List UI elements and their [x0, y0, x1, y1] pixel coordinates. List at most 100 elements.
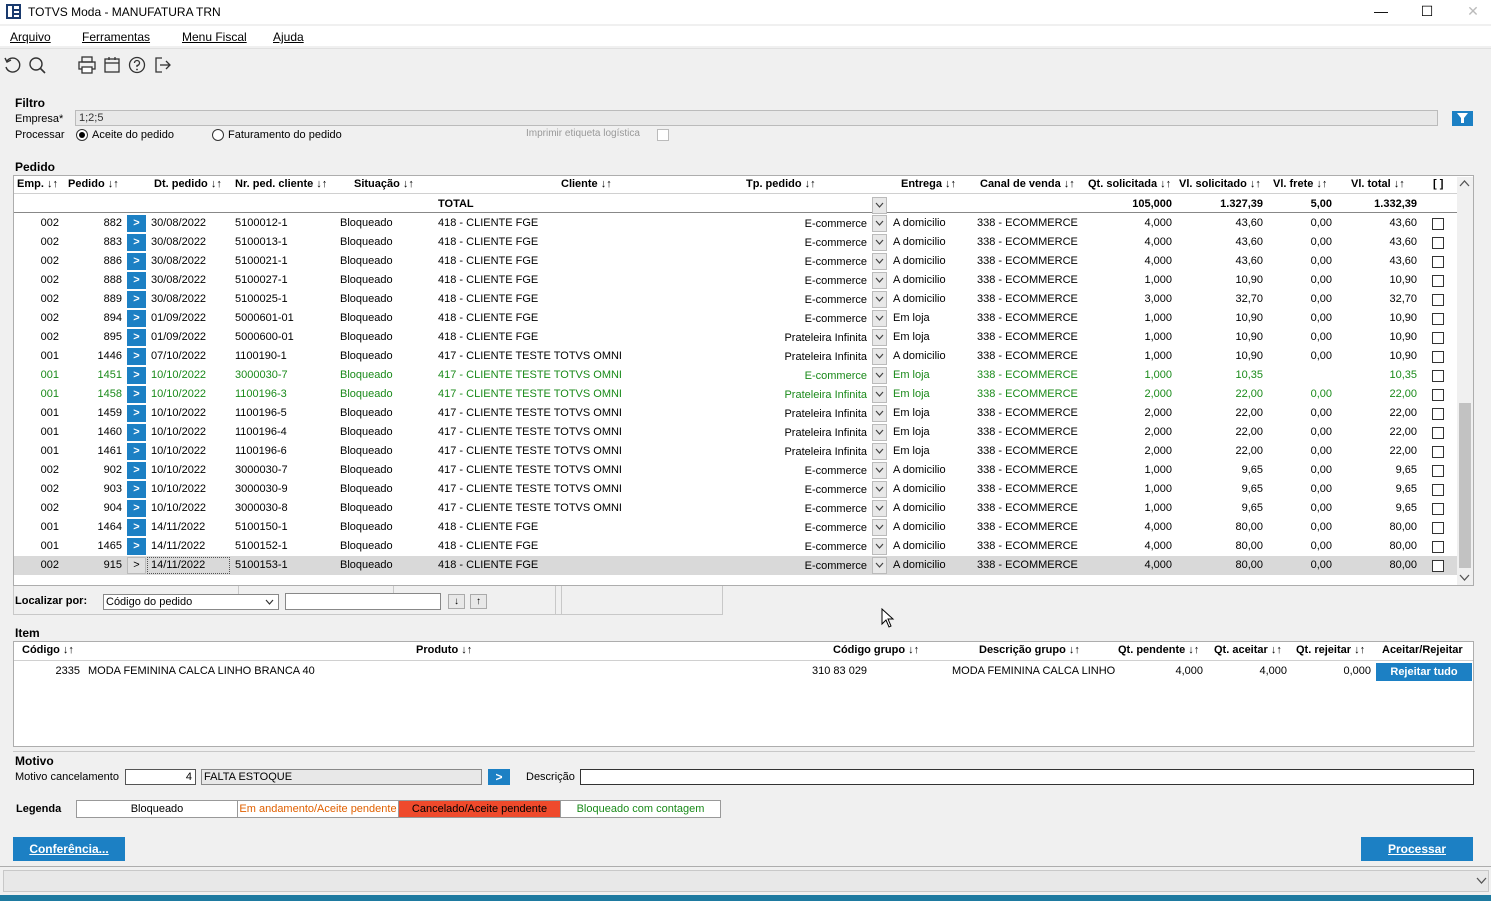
item-col-qt-rejeitar[interactable]: Qt. rejeitar ↓↑ [1296, 644, 1365, 656]
tp-pedido-dropdown[interactable] [872, 500, 887, 517]
tp-pedido-dropdown[interactable] [872, 310, 887, 327]
open-order-button[interactable]: > [127, 443, 146, 460]
chevron-down-icon[interactable] [1476, 877, 1487, 885]
col-pedido[interactable]: Pedido ↓↑ [68, 178, 119, 190]
item-col-codigo-grupo[interactable]: Código grupo ↓↑ [833, 644, 919, 656]
print-icon[interactable] [77, 55, 97, 75]
row-checkbox[interactable] [1432, 389, 1444, 401]
motivo-code-field[interactable]: 4 [125, 769, 196, 785]
col-vl-frete[interactable]: Vl. frete ↓↑ [1273, 178, 1327, 190]
scroll-up-icon[interactable] [1459, 179, 1470, 189]
scroll-down-icon[interactable] [1459, 573, 1470, 585]
row-checkbox[interactable] [1432, 446, 1444, 458]
row-checkbox[interactable] [1432, 256, 1444, 268]
menu-ajuda[interactable]: Ajuda [273, 30, 304, 44]
descricao-field[interactable] [580, 769, 1474, 785]
item-col-qt-pendente[interactable]: Qt. pendente ↓↑ [1118, 644, 1199, 656]
open-order-button[interactable]: > [127, 481, 146, 498]
tp-pedido-dropdown[interactable] [872, 386, 887, 403]
col-canal[interactable]: Canal de venda ↓↑ [980, 178, 1075, 190]
row-checkbox[interactable] [1432, 522, 1444, 534]
refresh-icon[interactable] [2, 55, 22, 75]
col-qt-solicitada[interactable]: Qt. solicitada ↓↑ [1088, 178, 1171, 190]
open-order-button[interactable]: > [127, 500, 146, 517]
search-icon[interactable] [27, 55, 47, 75]
col-nr-ped-cliente[interactable]: Nr. ped. cliente ↓↑ [235, 178, 327, 190]
col-situacao[interactable]: Situação ↓↑ [354, 178, 414, 190]
tp-filter-dropdown[interactable] [872, 197, 887, 214]
tp-pedido-dropdown[interactable] [872, 215, 887, 232]
motivo-go-button[interactable]: > [488, 769, 510, 785]
open-order-button[interactable]: > [127, 329, 146, 346]
menu-ferramentas[interactable]: Ferramentas [82, 30, 150, 44]
open-order-button[interactable]: > [127, 538, 146, 555]
row-checkbox[interactable] [1432, 218, 1444, 230]
filter-button[interactable] [1452, 111, 1473, 126]
row-checkbox[interactable] [1432, 294, 1444, 306]
item-qt-aceitar[interactable]: 4,000 [1208, 665, 1287, 677]
imprimir-etiqueta-checkbox[interactable] [657, 129, 669, 141]
tp-pedido-dropdown[interactable] [872, 538, 887, 555]
tp-pedido-dropdown[interactable] [872, 519, 887, 536]
row-checkbox[interactable] [1432, 237, 1444, 249]
open-order-button[interactable]: > [127, 253, 146, 270]
row-checkbox[interactable] [1432, 313, 1444, 325]
search-up-button[interactable]: ↑ [470, 594, 487, 609]
exit-icon[interactable] [153, 55, 173, 75]
tp-pedido-dropdown[interactable] [872, 443, 887, 460]
col-tp-pedido[interactable]: Tp. pedido ↓↑ [746, 178, 816, 190]
row-checkbox[interactable] [1432, 332, 1444, 344]
open-order-button[interactable]: > [127, 386, 146, 403]
localizar-input[interactable] [285, 593, 441, 610]
open-order-button[interactable]: > [127, 215, 146, 232]
rejeitar-tudo-button[interactable]: Rejeitar tudo [1376, 663, 1472, 681]
open-order-button[interactable]: > [127, 291, 146, 308]
row-checkbox[interactable] [1432, 351, 1444, 363]
open-order-button[interactable]: > [127, 557, 146, 574]
tp-pedido-dropdown[interactable] [872, 424, 887, 441]
processar-button[interactable]: Processar [1361, 837, 1473, 861]
radio-aceite[interactable] [76, 129, 88, 141]
item-col-descricao-grupo[interactable]: Descrição grupo ↓↑ [979, 644, 1080, 656]
tp-pedido-dropdown[interactable] [872, 367, 887, 384]
col-cliente[interactable]: Cliente ↓↑ [561, 178, 612, 190]
menu-fiscal[interactable]: Menu Fiscal [182, 30, 247, 44]
tp-pedido-dropdown[interactable] [872, 462, 887, 479]
col-emp[interactable]: Emp. ↓↑ [17, 178, 58, 190]
minimize-button[interactable]: — [1358, 0, 1404, 24]
search-down-button[interactable]: ↓ [448, 594, 465, 609]
open-order-button[interactable]: > [127, 462, 146, 479]
row-checkbox[interactable] [1432, 275, 1444, 287]
col-entrega[interactable]: Entrega ↓↑ [901, 178, 956, 190]
col-vl-total[interactable]: Vl. total ↓↑ [1351, 178, 1405, 190]
tp-pedido-dropdown[interactable] [872, 291, 887, 308]
calendar-icon[interactable] [102, 55, 122, 75]
open-order-button[interactable]: > [127, 519, 146, 536]
tp-pedido-dropdown[interactable] [872, 405, 887, 422]
open-order-button[interactable]: > [127, 234, 146, 251]
close-button[interactable]: ✕ [1450, 0, 1491, 24]
open-order-button[interactable]: > [127, 405, 146, 422]
help-icon[interactable] [127, 55, 147, 75]
tp-pedido-dropdown[interactable] [872, 272, 887, 289]
open-order-button[interactable]: > [127, 424, 146, 441]
tp-pedido-dropdown[interactable] [872, 481, 887, 498]
tp-pedido-dropdown[interactable] [872, 348, 887, 365]
col-select-all[interactable]: [ ] [1433, 178, 1443, 190]
radio-faturamento[interactable] [212, 129, 224, 141]
col-vl-solicitado[interactable]: Vl. solicitado ↓↑ [1179, 178, 1261, 190]
open-order-button[interactable]: > [127, 272, 146, 289]
tp-pedido-dropdown[interactable] [872, 234, 887, 251]
row-checkbox[interactable] [1432, 370, 1444, 382]
maximize-button[interactable]: ☐ [1404, 0, 1450, 24]
item-col-produto[interactable]: Produto ↓↑ [416, 644, 472, 656]
item-qt-rejeitar[interactable]: 0,000 [1292, 665, 1371, 677]
item-col-codigo[interactable]: Código ↓↑ [22, 644, 74, 656]
localizar-select[interactable]: Código do pedido [103, 594, 279, 610]
col-dt-pedido[interactable]: Dt. pedido ↓↑ [154, 178, 222, 190]
pedido-scroll-thumb[interactable] [1459, 403, 1471, 568]
menu-arquivo[interactable]: Arquivo [10, 30, 51, 44]
row-checkbox[interactable] [1432, 560, 1444, 572]
row-checkbox[interactable] [1432, 427, 1444, 439]
empresa-field[interactable]: 1;2;5 [75, 110, 1438, 126]
